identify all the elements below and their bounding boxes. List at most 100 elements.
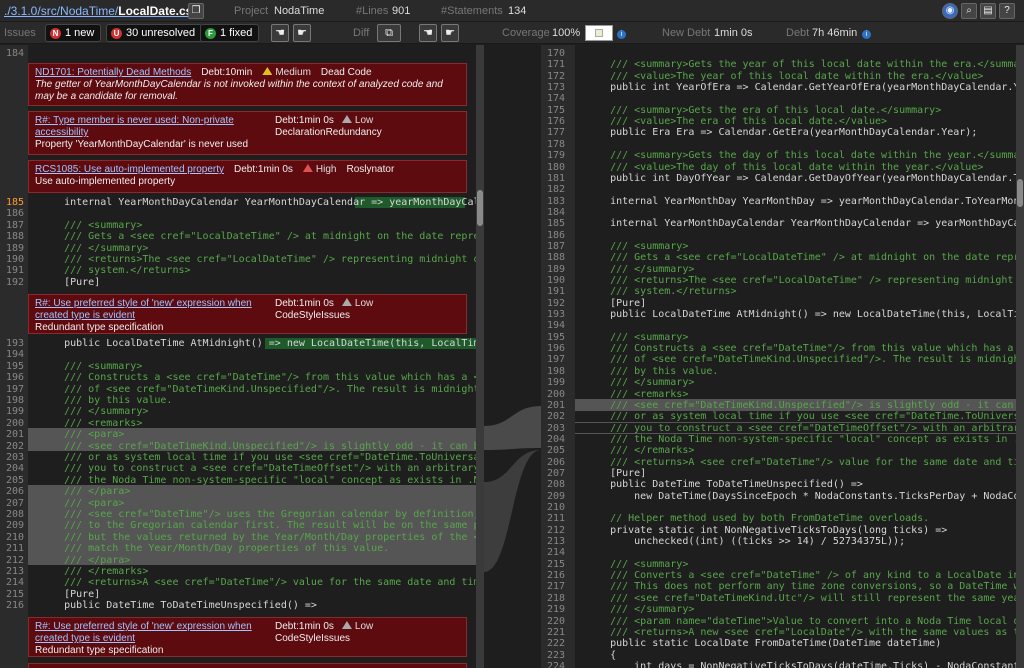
right-scrollbar[interactable]	[1016, 45, 1024, 668]
new-debt-value: 1min 0s	[714, 27, 753, 39]
line-number: 193	[546, 309, 565, 321]
code-line: /// <value>The era of this local date.</…	[586, 116, 888, 128]
line-number: 218	[546, 592, 565, 604]
line-number: 215	[5, 588, 24, 600]
project-value: NodaTime	[274, 5, 325, 17]
code-line: int days = NonNegativeTicksToDays(dateTi…	[634, 660, 1024, 668]
issue-title-link[interactable]: R#: Type member is never used: Non-priva…	[35, 115, 265, 139]
line-number: 203	[546, 422, 565, 434]
code-line: /// <para>	[40, 429, 125, 441]
diff-next-icon[interactable]: ☛	[441, 24, 459, 42]
issue-category: Dead Code	[320, 67, 372, 78]
line-number: 192	[5, 276, 24, 288]
code-line: [Pure]	[586, 297, 647, 309]
debt-value: 7h 46min	[812, 27, 858, 39]
code-line: [Pure]	[586, 467, 647, 479]
line-number: 196	[5, 372, 24, 384]
issue-title-link[interactable]: R#: Use preferred style of 'new' express…	[35, 298, 265, 322]
coverage-info-icon[interactable]: i	[617, 28, 626, 40]
code-line: public LocalDateTime AtMidnight() => new…	[610, 309, 1024, 321]
code-line: /// <remarks>	[586, 388, 689, 400]
globe-icon[interactable]: ◉	[942, 3, 958, 19]
line-number: 179	[546, 150, 565, 162]
severity-label: Low	[354, 115, 374, 126]
line-number: 205	[5, 474, 24, 486]
code-line: /// <returns>The <see cref="LocalDateTim…	[40, 254, 484, 265]
issue-title-link[interactable]: R#: Use preferred style of 'new' express…	[35, 621, 265, 645]
code-line: /// <summary>	[586, 240, 689, 252]
search-icon[interactable]: ⌕	[961, 3, 977, 19]
issue-debt: Debt:1min 0s	[275, 115, 334, 126]
code-line: /// <para>	[40, 497, 125, 509]
code-line: /// <see cref="DateTime"/> uses the Greg…	[40, 509, 484, 520]
issue-box[interactable]: R#: Type member is never used: Non-priva…	[28, 111, 467, 155]
code-line: /// <see cref="DateTimeKind.Utc"/> will …	[610, 592, 1024, 604]
issue-box[interactable]	[28, 663, 467, 668]
issue-header: R#: Type member is never used: Non-priva…	[35, 115, 460, 139]
issue-box[interactable]: RCS1085: Use auto-implemented property De…	[28, 160, 467, 193]
code-line: /// <summary>	[586, 558, 689, 570]
unresolved-issues-button[interactable]: U 30 unresolved	[106, 24, 203, 42]
line-number: 219	[546, 604, 565, 616]
code-line: /// you to construct a <see cref="DateTi…	[40, 463, 484, 475]
debt-label: Debt	[786, 27, 810, 39]
document-icon[interactable]: ▤	[980, 3, 996, 19]
line-number: 211	[5, 543, 24, 555]
line-number: 198	[5, 395, 24, 406]
line-number: 196	[546, 343, 565, 355]
code-line: /// system.</returns>	[586, 286, 737, 298]
diff-toggle-icon[interactable]: ⧉	[377, 24, 401, 42]
left-scrollbar[interactable]	[476, 45, 484, 668]
help-icon[interactable]: ?	[999, 3, 1015, 19]
right-scroll-thumb[interactable]	[1017, 179, 1023, 207]
code-line: /// Gets a <see cref="LocalDateTime" /> …	[40, 231, 484, 243]
line-number: 177	[546, 127, 565, 139]
hand-next-icon[interactable]: ☛	[293, 24, 311, 42]
line-number: 204	[5, 463, 24, 475]
issue-title-link[interactable]: ND1701: Potentially Dead Methods	[35, 67, 191, 79]
debt-info-icon[interactable]: i	[862, 28, 871, 40]
severity-label: Medium	[275, 67, 311, 78]
line-number: 191	[546, 286, 565, 298]
code-line: internal YearMonthDayCalendar YearMonthD…	[40, 197, 484, 208]
code-line: /// Gets a <see cref="LocalDateTime" /> …	[610, 252, 1024, 264]
issue-title-link[interactable]: RCS1085: Use auto-implemented property	[35, 164, 224, 176]
code-line: /// of <see cref="DateTimeKind.Unspecifi…	[40, 383, 484, 395]
line-number: 214	[5, 577, 24, 589]
line-number: 174	[546, 93, 565, 105]
line-number: 214	[546, 547, 565, 559]
line-number: 221	[546, 626, 565, 638]
code-line: /// </summary>	[40, 406, 149, 418]
line-number: 206	[546, 456, 565, 468]
left-scroll-thumb[interactable]	[477, 190, 483, 226]
issue-meta: Debt:1min 0s Low CodeStyleIssues	[275, 298, 373, 322]
line-number: 208	[5, 509, 24, 520]
code-line: /// <returns>A new <see cref="LocalDate"…	[610, 626, 1024, 638]
code-line: /// <see cref="DateTimeKind.Unspecified"…	[610, 399, 1024, 411]
line-number: 178	[546, 138, 565, 150]
issue-meta: Debt:1min 0s Low CodeStyleIssues	[275, 621, 373, 645]
diff-prev-icon[interactable]: ☚	[419, 24, 437, 42]
line-number: 209	[546, 490, 565, 502]
code-line: /// match the Year/Month/Day properties …	[40, 543, 390, 555]
code-line: /// </para>	[40, 486, 131, 498]
line-number: 200	[5, 417, 24, 429]
lines-label: #Lines	[356, 5, 389, 17]
copy-icon[interactable]: ❐	[188, 3, 204, 19]
file-header-bar: ./3.1.0/src/NodaTime/LocalDate.cs ❐ Proj…	[0, 0, 1024, 22]
file-path-link[interactable]: ./3.1.0/src/NodaTime/LocalDate.cs	[4, 4, 192, 18]
new-issues-button[interactable]: N 1 new	[45, 24, 102, 42]
code-line: /// This does not perform any time zone …	[610, 581, 1024, 593]
issue-box[interactable]: R#: Use preferred style of 'new' express…	[28, 294, 467, 334]
code-line: internal YearMonthDay YearMonthDay => ye…	[586, 195, 1024, 207]
issue-box[interactable]: R#: Use preferred style of 'new' express…	[28, 617, 467, 657]
line-number: 216	[546, 570, 565, 582]
hand-prev-icon[interactable]: ☚	[271, 24, 289, 42]
coverage-toggle[interactable]	[585, 25, 613, 41]
left-code-pane[interactable]: 184 ND1701: Potentially Dead Methods Debt:…	[0, 45, 484, 668]
fixed-issues-button[interactable]: F 1 fixed	[200, 24, 260, 42]
right-code-pane[interactable]: 170 171 /// <summary>Gets the year of thi…	[541, 45, 1024, 668]
issue-header: R#: Use preferred style of 'new' express…	[35, 298, 460, 322]
issue-box[interactable]: ND1701: Potentially Dead Methods Debt:10m…	[28, 63, 467, 106]
line-number: 208	[546, 479, 565, 491]
